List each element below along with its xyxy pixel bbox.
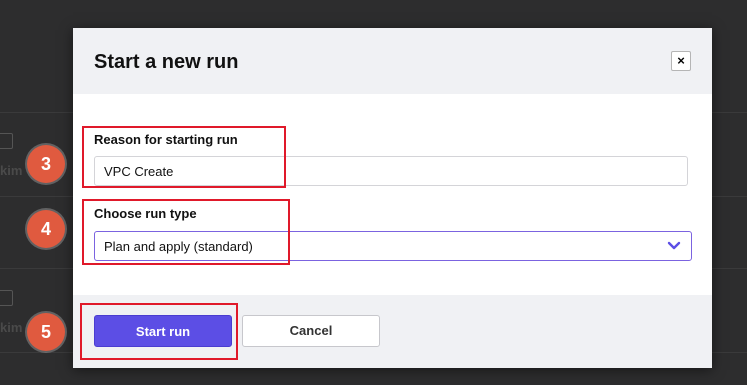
close-icon: ×	[677, 53, 685, 68]
cancel-button[interactable]: Cancel	[242, 315, 380, 347]
highlight-start-run-button	[80, 303, 238, 360]
dialog-header: Start a new run ×	[73, 28, 712, 94]
chevron-down-icon	[667, 241, 681, 250]
step-badge-3: 3	[27, 145, 65, 183]
dialog-title: Start a new run	[94, 51, 239, 73]
background-chip	[0, 133, 13, 149]
step-badge-5: 5	[27, 313, 65, 351]
background-row-text: kim	[0, 320, 23, 335]
background-chip	[0, 290, 13, 306]
close-button[interactable]: ×	[671, 51, 691, 71]
step-badge-4: 4	[27, 210, 65, 248]
highlight-reason-field	[82, 126, 286, 188]
background-row-text: kim	[0, 163, 23, 178]
highlight-run-type-field	[82, 199, 290, 265]
